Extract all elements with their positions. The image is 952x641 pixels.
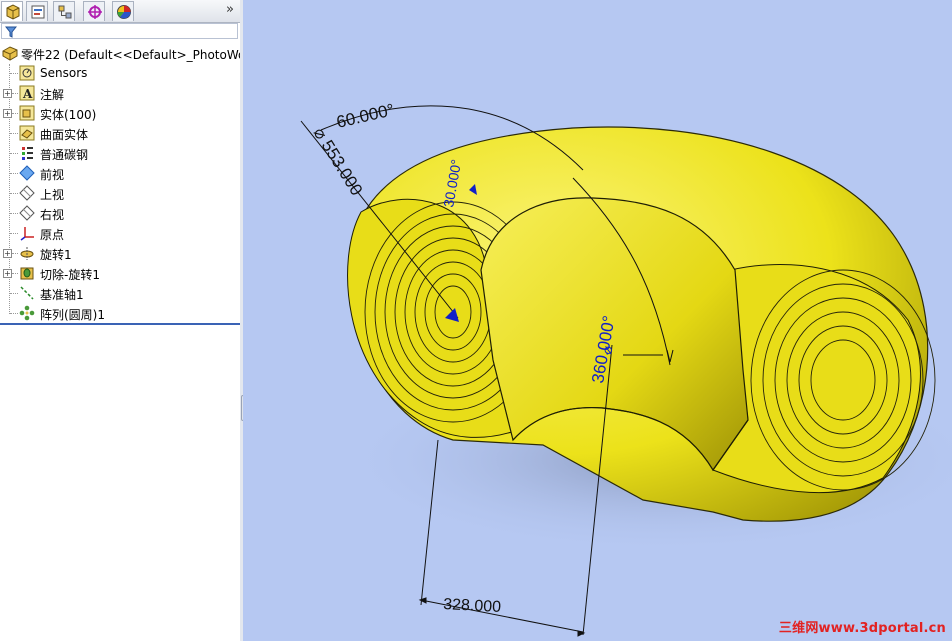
sensors-icon — [19, 65, 35, 81]
manager-tab-bar: » — [0, 0, 240, 23]
dimxpert-manager-icon — [88, 5, 102, 19]
tree-item-label: 原点 — [40, 228, 65, 242]
tree-item-label: 阵列(圆周)1 — [40, 308, 105, 322]
feature-manager-icon — [6, 4, 20, 20]
expand-toggle[interactable]: + — [3, 89, 12, 98]
tree-item-label: 注解 — [40, 88, 65, 102]
tree-item-right-plane[interactable]: 右视 — [0, 203, 240, 223]
tree-item-label: 右视 — [40, 208, 65, 222]
svg-text:A: A — [22, 87, 33, 101]
configuration-manager-icon — [58, 5, 72, 19]
plane-icon — [19, 205, 35, 221]
tree-item-label: 切除-旋转1 — [40, 268, 100, 282]
tree-item-axis1[interactable]: 基准轴1 — [0, 283, 240, 303]
tree-item-cut-revolve1[interactable]: + 切除-旋转1 — [0, 263, 240, 283]
plane-icon — [19, 165, 35, 181]
annotations-icon: A — [19, 85, 35, 101]
cut-revolve-icon — [19, 265, 35, 281]
tree-item-front-plane[interactable]: 前视 — [0, 163, 240, 183]
property-manager-icon — [31, 5, 45, 19]
tree-item-label: 前视 — [40, 168, 65, 182]
tree-item-material[interactable]: 普通碳钢 — [0, 143, 240, 163]
graphics-viewport[interactable]: 60.000° ⌀ 553.000 30.000° 360.000° ⌀ 328… — [243, 0, 952, 641]
tree-item-top-plane[interactable]: 上视 — [0, 183, 240, 203]
tree-item-label: 曲面实体 — [40, 128, 89, 142]
tree-item-origin[interactable]: 原点 — [0, 223, 240, 243]
revolve-icon — [19, 245, 35, 261]
plane-icon — [19, 185, 35, 201]
expand-toggle[interactable]: + — [3, 269, 12, 278]
tree-item-label: 上视 — [40, 188, 65, 202]
origin-icon — [19, 225, 35, 241]
expand-toggle[interactable]: + — [3, 109, 12, 118]
more-tabs-chevron[interactable]: » — [226, 2, 234, 17]
filter-icon — [5, 26, 17, 38]
feature-manager-tab[interactable] — [1, 1, 23, 21]
material-icon — [19, 145, 35, 161]
rollback-bar[interactable] — [0, 323, 240, 325]
tree-item-label: 基准轴1 — [40, 288, 84, 302]
tree-root-label: 零件22 (Default<<Default>_PhotoWo — [21, 48, 246, 62]
tree-item-label: 旋转1 — [40, 248, 72, 262]
dimxpert-manager-tab[interactable] — [83, 1, 105, 21]
linear-dimension-328[interactable]: 328.000 — [443, 596, 502, 616]
display-manager-icon — [117, 5, 131, 19]
solid-bodies-icon — [19, 105, 35, 121]
watermark-text: 三维网www.3dportal.cn — [778, 621, 946, 636]
tree-item-label: 普通碳钢 — [40, 148, 89, 162]
tree-item-annotations[interactable]: + A 注解 — [0, 83, 240, 103]
tree-item-sensors[interactable]: Sensors — [0, 63, 240, 83]
angle-dimension-60[interactable]: 60.000° — [335, 100, 397, 132]
diameter-dimension-553[interactable]: ⌀ 553.000 — [310, 124, 367, 199]
tree-item-label: 实体(100) — [40, 108, 97, 122]
tree-item-label: Sensors — [40, 66, 88, 80]
tree-item-revolve1[interactable]: + 旋转1 — [0, 243, 240, 263]
configuration-manager-tab[interactable] — [53, 1, 75, 21]
circular-pattern-icon — [19, 305, 35, 321]
expand-toggle[interactable]: + — [3, 249, 12, 258]
tree-item-solid-bodies[interactable]: + 实体(100) — [0, 103, 240, 123]
display-manager-tab[interactable] — [112, 1, 134, 21]
tree-item-surface-bodies[interactable]: 曲面实体 — [0, 123, 240, 143]
tree-filter-input[interactable] — [1, 23, 238, 39]
surface-bodies-icon — [19, 125, 35, 141]
model-view: 60.000° ⌀ 553.000 30.000° 360.000° ⌀ 328… — [300, 100, 952, 637]
feature-manager-panel: » 零件22 (Default<<Default>_PhotoWo Sensor… — [0, 0, 245, 641]
tree-item-circular-pattern1[interactable]: 阵列(圆周)1 — [0, 303, 240, 323]
property-manager-tab[interactable] — [26, 1, 48, 21]
tree-root-part[interactable]: 零件22 (Default<<Default>_PhotoWo — [0, 43, 245, 63]
axis-icon — [19, 285, 35, 301]
part-icon — [1, 45, 18, 61]
